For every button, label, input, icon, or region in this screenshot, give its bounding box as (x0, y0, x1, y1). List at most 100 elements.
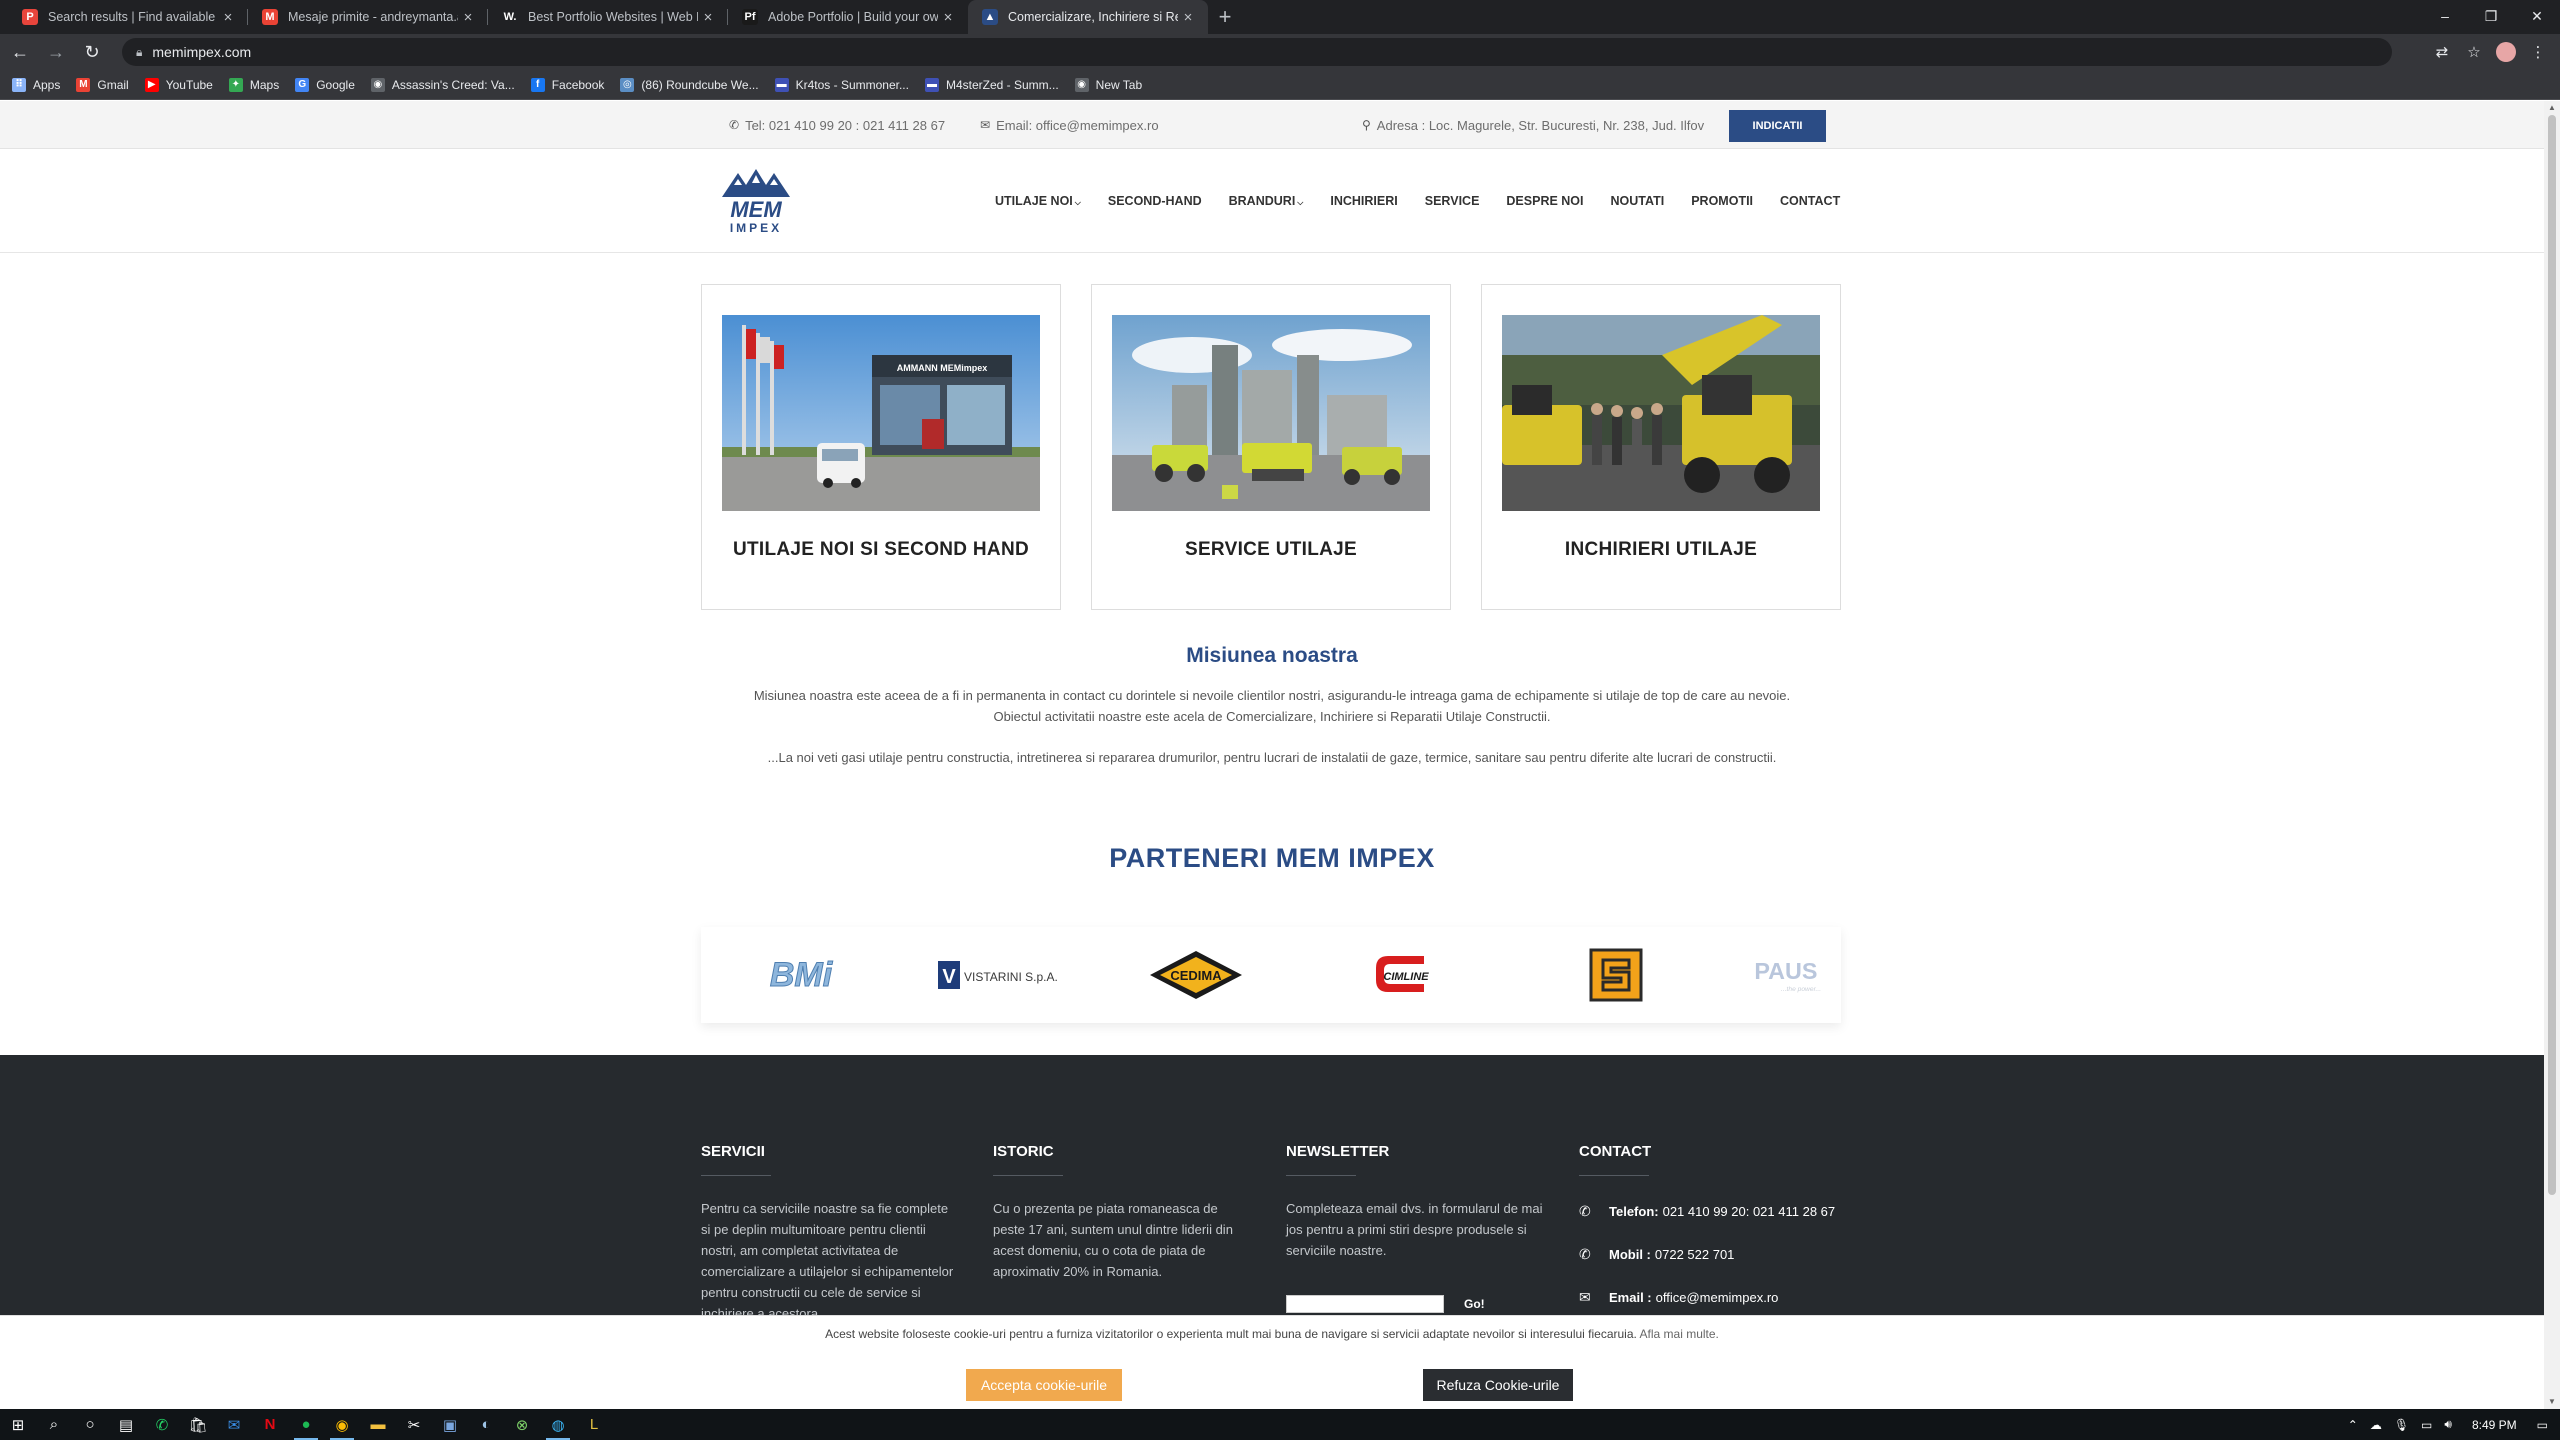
partner-logo-s[interactable]: S (1561, 947, 1671, 1003)
bookmark-item[interactable]: G Google (295, 77, 355, 92)
topbar-email-text[interactable]: Email: office@memimpex.ro (996, 118, 1159, 133)
reload-icon[interactable]: ↻ (76, 36, 108, 68)
footer-email-value[interactable]: office@memimpex.ro (1656, 1290, 1779, 1305)
search-icon[interactable]: ⌕ (36, 1409, 72, 1440)
menu-kebab-icon[interactable]: ⋮ (2522, 38, 2554, 66)
steam-icon[interactable]: ◐ (468, 1409, 504, 1440)
refuse-cookies-button[interactable]: Refuza Cookie-urile (1423, 1369, 1573, 1401)
nav-item[interactable]: SECOND-HAND (1108, 194, 1202, 208)
browser-tab[interactable]: ▲ Comercializare, Inchiriere si Repa × (968, 0, 1208, 34)
store-icon[interactable]: 🛍︎ (180, 1409, 216, 1440)
partner-logo-vistarini[interactable]: V VISTARINI S.p.A. (931, 947, 1071, 1003)
whatsapp-icon[interactable]: ✆ (144, 1409, 180, 1440)
xbox-icon[interactable]: ⊗ (504, 1409, 540, 1440)
bookmark-item[interactable]: f Facebook (530, 77, 604, 92)
volume-icon[interactable]: 🔊︎ (2444, 1417, 2452, 1432)
new-tab-button[interactable]: + (1208, 0, 1242, 34)
clock-time[interactable]: 8:49 PM (2472, 1418, 2517, 1432)
newsletter-go-button[interactable]: Go! (1464, 1297, 1485, 1311)
nav-item[interactable]: NOUTATI (1611, 194, 1665, 208)
chrome-icon[interactable]: ◉ (324, 1409, 360, 1440)
scrollbar-thumb[interactable] (2548, 115, 2556, 1195)
partner-logo-cedima[interactable]: CEDIMA (1141, 947, 1251, 1003)
partner-logo-cimline[interactable]: CIMLINE (1351, 947, 1461, 1003)
tab-close-icon[interactable]: × (1178, 9, 1198, 26)
bookmark-item[interactable]: ◉ New Tab (1074, 77, 1142, 92)
partners-carousel[interactable]: BMi V VISTARINI S.p.A. CEDIMA CIMLINE S P… (701, 927, 1841, 1023)
cortana-icon[interactable]: ○ (72, 1409, 108, 1440)
tab-close-icon[interactable]: × (938, 9, 958, 26)
partner-vistarini-text: VISTARINI S.p.A. (964, 970, 1058, 984)
nav-item[interactable]: CONTACT (1780, 194, 1840, 208)
bookmark-item[interactable]: ◉ Assassin's Creed: Va... (370, 77, 515, 92)
file-explorer-icon[interactable]: ▬ (360, 1409, 396, 1440)
edge-icon[interactable]: ◍ (540, 1409, 576, 1440)
bookmark-item[interactable]: ▬ Kr4tos - Summoner... (774, 77, 909, 92)
bookmark-item[interactable]: ▶ YouTube (144, 77, 213, 92)
bookmark-item[interactable]: ◎ (86) Roundcube We... (620, 77, 759, 92)
accept-cookies-button[interactable]: Accepta cookie-urile (966, 1369, 1122, 1401)
nav-item[interactable]: PROMOTII (1691, 194, 1753, 208)
browser-tab[interactable]: P Search results | Find available job × (8, 0, 248, 34)
card-service[interactable]: SERVICE UTILAJE (1091, 284, 1451, 610)
svg-text:V: V (942, 966, 956, 988)
bookmark-item[interactable]: ▬ M4sterZed - Summ... (924, 77, 1059, 92)
partner-logo-paus[interactable]: PAUS ...the power... (1751, 947, 1841, 1003)
browser-tab[interactable]: W. Best Portfolio Websites | Web De × (488, 0, 728, 34)
start-icon[interactable]: ⊞ (0, 1409, 36, 1440)
nav-item[interactable]: DESPRE NOI (1506, 194, 1583, 208)
bookmark-label: (86) Roundcube We... (641, 77, 759, 92)
browser-tab-strip: P Search results | Find available job × M Me… (0, 0, 2560, 34)
bookmark-item[interactable]: ✦ Maps (228, 77, 279, 92)
task-view-icon[interactable]: ▤ (108, 1409, 144, 1440)
app-icon[interactable]: ▣ (432, 1409, 468, 1440)
app-icon[interactable]: L (576, 1409, 612, 1440)
card-caption[interactable]: UTILAJE NOI SI SECOND HAND (702, 539, 1060, 561)
address-bar[interactable]: 🔒︎ memimpex.com (122, 38, 2392, 66)
card-caption[interactable]: INCHIRIERI UTILAJE (1482, 539, 1840, 561)
bookmark-item[interactable]: M Gmail (76, 77, 129, 92)
network-icon[interactable]: ▭ (2421, 1418, 2432, 1432)
spotify-icon[interactable]: ● (288, 1409, 324, 1440)
restore-icon[interactable]: ❐ (2468, 0, 2514, 32)
newsletter-email-input[interactable] (1286, 1295, 1444, 1313)
back-icon[interactable]: ← (4, 36, 36, 68)
tab-close-icon[interactable]: × (698, 9, 718, 26)
partner-logo-bmi[interactable]: BMi (741, 947, 861, 1003)
scroll-down-icon[interactable]: ▼ (2544, 1395, 2560, 1409)
topbar-email[interactable]: ✉ Email: office@memimpex.ro (980, 101, 1159, 149)
tray-chevron-icon[interactable]: ⌃ (2348, 1418, 2358, 1432)
nav-item[interactable]: INCHIRIERI (1330, 194, 1397, 208)
browser-tab[interactable]: M Mesaje primite - andreymanta.ar × (248, 0, 488, 34)
scroll-up-icon[interactable]: ▲ (2544, 101, 2560, 115)
bookmark-favicon-icon: ◎ (620, 77, 635, 92)
bookmark-item[interactable]: ⠿ Apps (12, 77, 60, 92)
cookie-learn-more-link[interactable]: Afla mai multe. (1640, 1327, 1719, 1341)
footer-newsletter-title: NEWSLETTER (1286, 1143, 1546, 1176)
nav-item[interactable]: BRANDURI ⌵ (1229, 194, 1304, 208)
netflix-icon[interactable]: N (252, 1409, 288, 1440)
translate-icon[interactable]: ⇄ (2426, 38, 2458, 66)
close-window-icon[interactable]: ✕ (2514, 0, 2560, 32)
card-rentals[interactable]: INCHIRIERI UTILAJE (1481, 284, 1841, 610)
tab-close-icon[interactable]: × (218, 9, 238, 26)
profile-avatar-icon[interactable] (2490, 38, 2522, 66)
mem-impex-logo[interactable]: MEM IMPEX (714, 167, 798, 235)
app-icon[interactable]: ✂ (396, 1409, 432, 1440)
directions-button[interactable]: INDICATII (1729, 110, 1826, 142)
bookmark-star-icon[interactable]: ☆ (2458, 38, 2490, 66)
onedrive-icon[interactable]: ☁ (2370, 1418, 2382, 1432)
footer-phone-label: Telefon: (1609, 1204, 1659, 1219)
page-scrollbar[interactable]: ▲ ▼ (2544, 101, 2560, 1409)
tab-close-icon[interactable]: × (458, 9, 478, 26)
notification-icon[interactable]: ▭ (2537, 1418, 2548, 1432)
nav-item[interactable]: UTILAJE NOI ⌵ (995, 194, 1081, 208)
nav-item[interactable]: SERVICE (1425, 194, 1480, 208)
minimize-icon[interactable]: – (2422, 0, 2468, 32)
card-caption[interactable]: SERVICE UTILAJE (1092, 539, 1450, 561)
mail-icon[interactable]: ✉ (216, 1409, 252, 1440)
browser-tab[interactable]: Pf Adobe Portfolio | Build your own × (728, 0, 968, 34)
microphone-icon[interactable]: 🎙︎ (2394, 1418, 2409, 1432)
card-new-and-used[interactable]: AMMANN MEMimpex UTILAJE NOI SI SECOND HA… (701, 284, 1061, 610)
forward-icon[interactable]: → (40, 36, 72, 68)
